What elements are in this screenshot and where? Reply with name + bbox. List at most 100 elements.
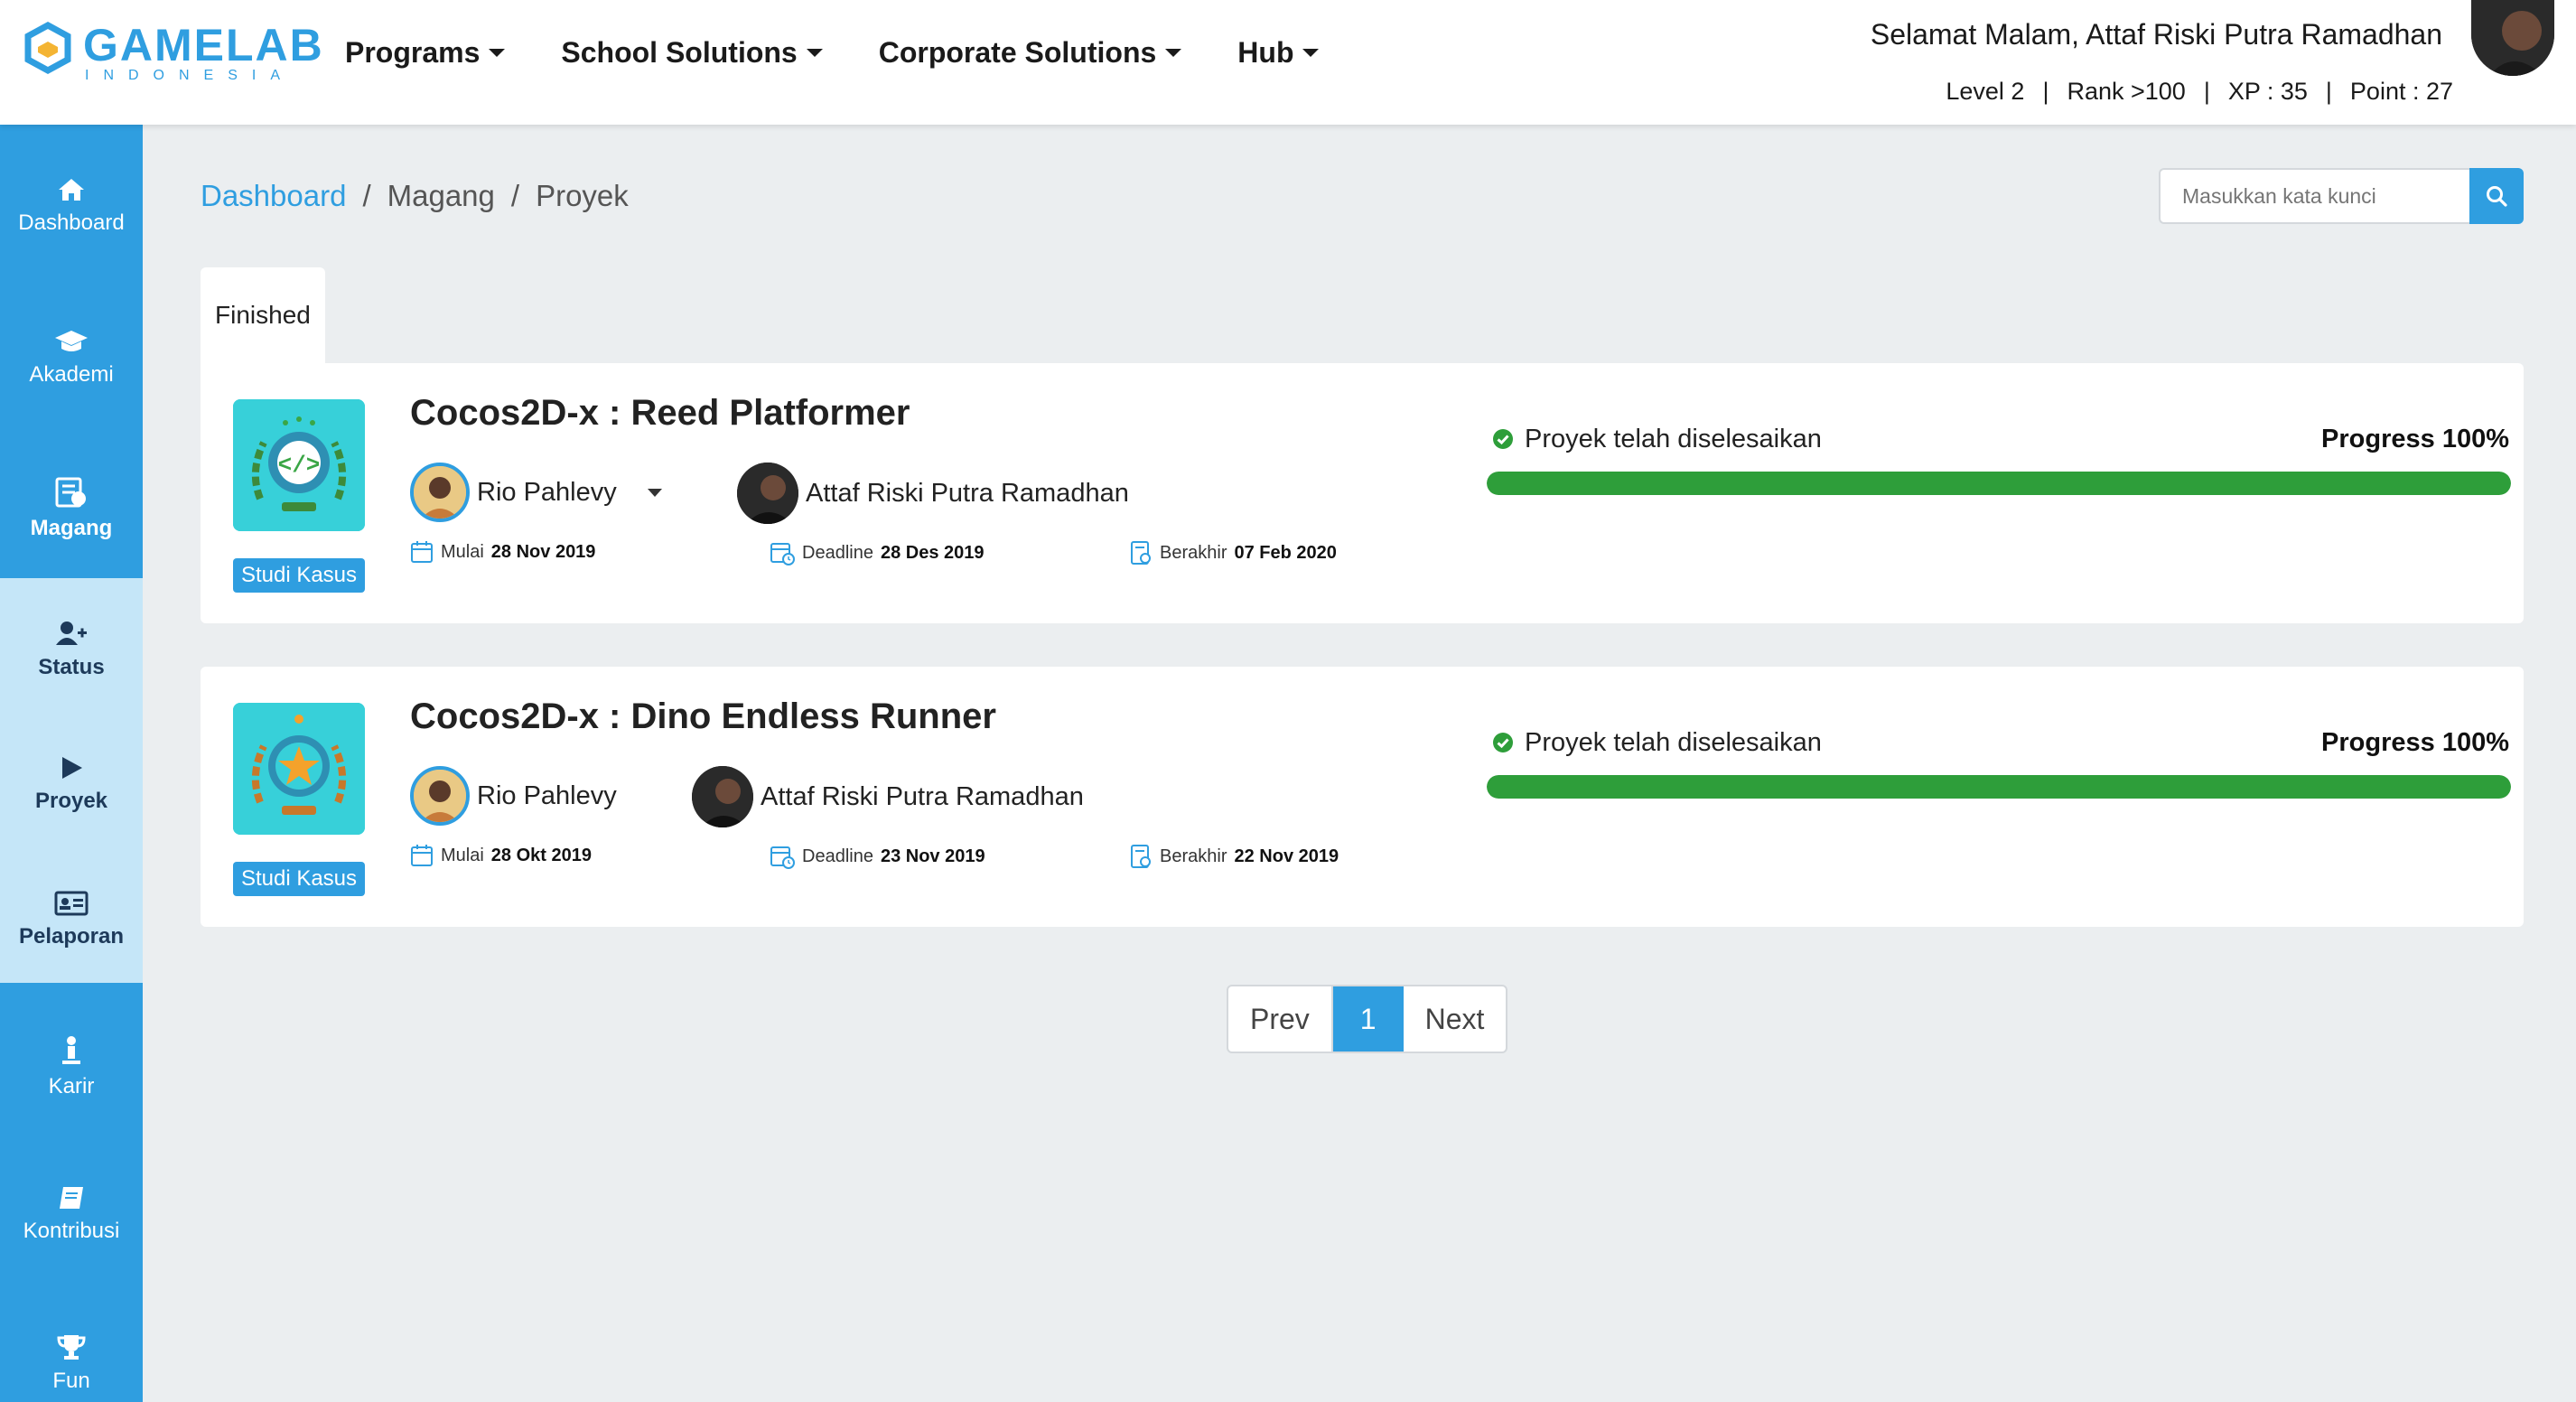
play-icon [62,757,82,779]
sidebar-item-kontribusi[interactable]: Kontribusi [0,1185,143,1245]
nav-hub-label: Hub [1237,36,1294,69]
page-1-button[interactable]: 1 [1332,986,1404,1052]
pagination: Prev 1 Next [1227,985,1508,1053]
document-check-icon [1131,845,1151,868]
sidebar-item-label: Pelaporan [18,924,125,949]
stats-separator: | [2325,78,2332,105]
sidebar: Dashboard Akademi Magang Status Proyek P… [0,125,143,1402]
user-level: Level 2 [1946,78,2025,105]
nav-programs-label: Programs [345,36,481,69]
project-card[interactable]: Studi Kasus Cocos2D-x : Dino Endless Run… [201,667,2524,927]
user-xp: XP : 35 [2227,78,2308,105]
nav-corporate-solutions-label: Corporate Solutions [878,36,1157,69]
project-title[interactable]: Cocos2D-x : Dino Endless Runner [410,694,996,739]
deadline-label: Deadline [802,846,873,866]
user-stats: Level 2 | Rank >100 | XP : 35 | Point : … [1946,76,2453,107]
start-date: Mulai 28 Okt 2019 [410,844,592,867]
start-date-value: 28 Nov 2019 [490,542,596,562]
student-info: Attaf Riski Putra Ramadhan [737,463,1129,524]
sidebar-item-karir[interactable]: Karir [0,1035,143,1100]
start-date-label: Mulai [441,542,484,562]
mentor-info: Rio Pahlevy [410,766,617,826]
breadcrumb-magang[interactable]: Magang [387,177,495,215]
search-button[interactable] [2469,168,2524,224]
project-status: Proyek telah diselesaikan [1492,726,1822,759]
breadcrumb-separator: / [510,179,520,212]
project-badge-image [233,703,365,835]
deadline-label: Deadline [802,543,873,563]
progress-label: Progress 100% [2321,728,2509,757]
progress-bar-fill [1487,472,2511,495]
home-icon [59,179,84,201]
nav-hub[interactable]: Hub [1237,33,1320,72]
breadcrumb-separator: / [362,179,371,212]
star-badge-icon [233,703,365,835]
sidebar-item-label: Proyek [34,789,108,813]
breadcrumb-proyek: Proyek [536,179,629,212]
start-date: Mulai 28 Nov 2019 [410,540,595,564]
sidebar-item-magang[interactable]: Magang [0,477,143,542]
svg-text:</>: </> [278,452,321,479]
end-date: Berakhir 22 Nov 2019 [1129,844,1339,869]
mentor-avatar [410,463,470,522]
sidebar-item-label: Magang [30,516,113,540]
nav-corporate-solutions[interactable]: Corporate Solutions [879,33,1182,72]
sidebar-item-dashboard[interactable]: Dashboard [0,177,143,237]
project-badge-image: </> [233,399,365,531]
sidebar-item-status[interactable]: Status [0,620,143,681]
end-date-label: Berakhir [1160,543,1227,563]
sidebar-item-pelaporan[interactable]: Pelaporan [0,891,143,950]
user-plus-icon [56,622,87,645]
gamelab-logo[interactable]: GAMELAB INDONESIA [22,16,322,89]
search-input[interactable] [2159,168,2469,224]
tab-finished[interactable]: Finished [201,267,325,363]
sidebar-item-akademi[interactable]: Akademi [0,329,143,388]
sidebar-item-label: Dashboard [18,210,125,235]
logo-text: GAMELAB [83,20,324,70]
chevron-down-icon [1165,48,1182,57]
end-date: Berakhir 07 Feb 2020 [1129,540,1337,565]
check-circle-icon [1493,429,1513,449]
project-status-text: Proyek telah diselesaikan [1525,728,1822,757]
nav-school-solutions[interactable]: School Solutions [561,33,823,72]
breadcrumb: Dashboard / Magang / Proyek [201,177,629,215]
next-page-button[interactable]: Next [1404,986,1507,1052]
user-avatar-image [2471,0,2554,76]
sidebar-item-proyek[interactable]: Proyek [0,755,143,815]
user-avatar[interactable] [2471,0,2554,76]
student-avatar [737,463,798,524]
document-check-icon [1131,541,1151,565]
stats-separator: | [2042,78,2049,105]
deadline-value: 28 Des 2019 [880,543,985,563]
mentor-name: Rio Pahlevy [477,478,617,507]
main-nav: Programs School Solutions Corporate Solu… [345,33,1320,72]
student-info: Attaf Riski Putra Ramadhan [692,766,1084,827]
search-box [2159,168,2524,224]
sidebar-item-fun[interactable]: Fun [0,1333,143,1395]
user-point: Point : 27 [2349,78,2453,105]
project-type-tag: Studi Kasus [233,558,365,593]
graduation-cap-icon [55,331,88,351]
trophy-icon [57,1335,86,1360]
chevron-down-icon [806,48,823,57]
user-greeting: Selamat Malam, Attaf Riski Putra Ramadha… [1870,18,2442,51]
deadline-date: Deadline 23 Nov 2019 [770,844,985,869]
progress-bar [1487,775,2511,799]
prev-page-button[interactable]: Prev [1228,986,1333,1052]
logo-subtitle: INDONESIA [85,68,295,83]
chevron-down-icon [1302,48,1320,57]
internship-icon [55,477,86,508]
end-date-label: Berakhir [1160,846,1227,866]
project-card[interactable]: </> Studi Kasus Cocos2D-x : Reed Platfor… [201,363,2524,623]
chevron-down-icon [647,488,662,497]
progress-label: Progress 100% [2321,425,2509,453]
sidebar-submenu: Status Proyek Pelaporan [0,578,143,983]
user-rank: Rank >100 [2067,78,2186,105]
mentor-dropdown[interactable]: Rio Pahlevy [410,463,662,522]
breadcrumb-dashboard[interactable]: Dashboard [201,177,346,215]
project-title[interactable]: Cocos2D-x : Reed Platformer [410,390,910,435]
nav-programs[interactable]: Programs [345,33,506,72]
end-date-value: 07 Feb 2020 [1234,543,1337,563]
project-type-tag: Studi Kasus [233,862,365,896]
progress-bar [1487,472,2511,495]
